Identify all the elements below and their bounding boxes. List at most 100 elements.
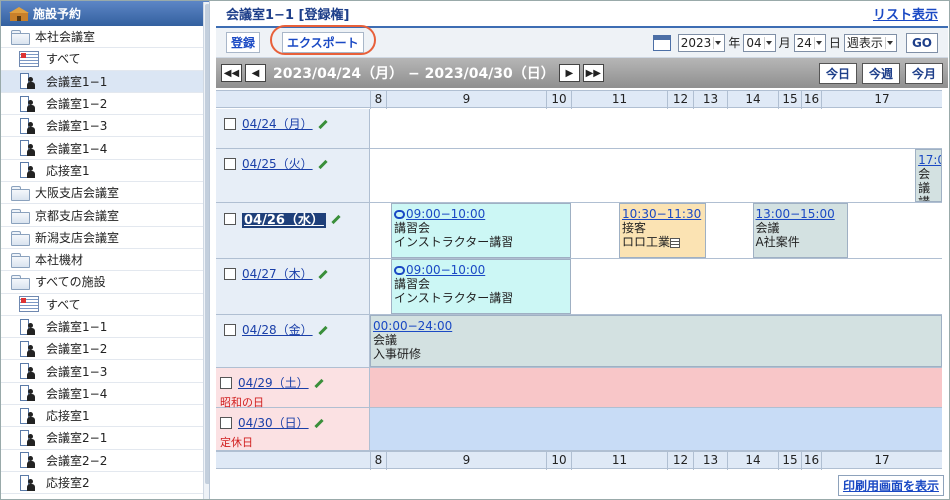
day-timeline[interactable]: 17:00−18:00会議講習会準備 (370, 149, 942, 202)
day-label: 04/27（木） (216, 259, 370, 314)
day-timeline[interactable] (370, 368, 942, 407)
folder-icon (11, 253, 30, 269)
event-time[interactable]: 09:00−10:00 (406, 207, 485, 221)
hour-label: 17 (821, 91, 942, 109)
sidebar-folder[interactable]: 本社会議室 (1, 26, 209, 49)
sidebar-item-label: 大阪支店会議室 (35, 186, 120, 201)
day-checkbox[interactable] (224, 157, 236, 170)
date-range: 2023/04/24（月） − 2023/04/30（日） (273, 66, 555, 82)
sidebar-folder[interactable]: 本社機材 (1, 249, 209, 272)
hour-label: 12 (667, 91, 693, 109)
event-time[interactable]: 00:00−24:00 (373, 319, 452, 333)
sidebar-item[interactable]: 会議室1−2 (1, 93, 209, 116)
day-checkbox[interactable] (224, 267, 236, 280)
sidebar-item[interactable]: 会議室1−1 (1, 70, 209, 93)
this-week-button[interactable]: 今週 (861, 62, 900, 84)
sidebar-item[interactable]: 会議室1−4 (1, 137, 209, 160)
register-button[interactable]: 登録 (226, 32, 261, 53)
sidebar-item[interactable]: 会議室1−3 (1, 360, 209, 383)
day-timeline[interactable]: 00:00−24:00 会議 入事研修 (370, 315, 942, 367)
sidebar-item[interactable]: すべて (1, 294, 209, 316)
schedule-event[interactable]: 10:30−11:30 接客 ロロ工業 (619, 203, 706, 258)
day-date-link[interactable]: 04/25（火） (242, 157, 313, 171)
event-time[interactable]: 10:30−11:30 (622, 207, 701, 221)
sidebar-item[interactable]: 応接室1 (1, 405, 209, 428)
schedule-event[interactable]: 17:00−18:00会議講習会準備 (915, 149, 942, 202)
day-date-link[interactable]: 04/24（月） (242, 117, 313, 131)
sidebar-folder[interactable]: 大阪支店会議室 (1, 182, 209, 205)
day-checkbox[interactable] (224, 323, 236, 336)
today-button[interactable]: 今日 (818, 62, 857, 84)
list-view-link[interactable]: リスト表示 (873, 4, 938, 23)
pencil-icon[interactable] (317, 269, 329, 279)
view-select[interactable]: 週表示 (843, 33, 897, 52)
event-time[interactable]: 17:00−18:00 (918, 153, 941, 167)
day-timeline[interactable]: 09:00−10:00 講習会 インストラクター講習 (370, 259, 942, 314)
day-date-link[interactable]: 04/26（水） (242, 213, 326, 228)
sidebar-item[interactable]: 応接室1 (1, 160, 209, 183)
day-checkbox[interactable] (224, 117, 236, 130)
event-time[interactable]: 09:00−10:00 (406, 263, 485, 277)
sidebar-item[interactable]: 会議室1−3 (1, 115, 209, 138)
pencil-icon[interactable] (317, 159, 329, 169)
prev-month-icon[interactable]: ◀◀ (221, 64, 242, 82)
next-month-icon[interactable]: ▶▶ (582, 64, 604, 82)
calendar-icon[interactable] (652, 34, 671, 51)
sidebar-item-label: 会議室1−4 (46, 386, 108, 401)
day-label: 04/29（土） 昭和の日 (216, 368, 370, 409)
day-date-link[interactable]: 04/30（日） (238, 416, 309, 430)
memo-icon (670, 237, 681, 248)
schedule-event[interactable]: 09:00−10:00 講習会 インストラクター講習 (391, 259, 571, 314)
pencil-icon[interactable] (317, 325, 329, 335)
event-time[interactable]: 13:00−15:00 (756, 207, 835, 221)
schedule-event[interactable]: 09:00−10:00 講習会 インストラクター講習 (391, 203, 571, 258)
sidebar-item[interactable]: 会議室1−4 (1, 383, 209, 406)
day-date-link[interactable]: 04/28（金） (242, 323, 313, 337)
schedule-event[interactable]: 00:00−24:00 会議 入事研修 (370, 315, 942, 367)
sidebar-item[interactable]: 会議室1−1 (1, 316, 209, 339)
pencil-icon[interactable] (313, 378, 325, 388)
pencil-icon[interactable] (317, 119, 329, 129)
print-view-button[interactable]: 印刷用画面を表示 (837, 475, 944, 496)
pencil-icon[interactable] (330, 214, 342, 224)
sidebar-item-label: 本社会議室 (35, 30, 96, 45)
event-title: 会議 (918, 167, 931, 195)
year-select[interactable]: 2023 (677, 33, 726, 52)
event-title: 講習会 (394, 221, 431, 235)
sidebar-item[interactable]: すべて (1, 48, 209, 71)
day-select[interactable]: 24 (793, 33, 826, 52)
sidebar-item[interactable]: 応接室2 (1, 472, 209, 495)
hour-label: 8 (370, 452, 386, 470)
folder-icon (11, 30, 30, 46)
day-checkbox[interactable] (220, 416, 232, 429)
day-row: 04/24（月） (216, 109, 942, 149)
go-button[interactable]: GO (905, 32, 938, 53)
this-month-button[interactable]: 今月 (904, 62, 943, 84)
sidebar-item[interactable]: 会議室2−1 (1, 427, 209, 450)
sidebar-scrollbar[interactable] (203, 2, 209, 499)
sidebar-item-label: すべて (46, 297, 81, 312)
hour-label: 16 (801, 91, 821, 109)
month-select[interactable]: 04 (743, 33, 776, 52)
prev-week-icon[interactable]: ◀ (245, 64, 266, 82)
day-date-link[interactable]: 04/29（土） (238, 376, 309, 390)
day-label: 04/25（火） (216, 149, 370, 202)
day-timeline[interactable]: 09:00−10:00 講習会 インストラクター講習 10:30−11:30 接客 ロロ工… (370, 203, 942, 258)
event-title: 接客 (622, 221, 647, 235)
sidebar-item[interactable]: 会議室2−2 (1, 450, 209, 472)
sidebar-folder[interactable]: すべての施設 (1, 271, 209, 294)
day-checkbox[interactable] (220, 376, 232, 389)
sidebar-folder[interactable]: 新潟支店会議室 (1, 227, 209, 249)
day-timeline[interactable] (370, 408, 942, 450)
next-week-icon[interactable]: ▶ (558, 64, 580, 82)
event-title: 会議 (755, 221, 780, 235)
pencil-icon[interactable] (313, 418, 325, 428)
schedule-event[interactable]: 13:00−15:00 会議 A社案件 (752, 203, 848, 258)
day-unit: 日 (828, 36, 841, 50)
sidebar-folder[interactable]: 京都支店会議室 (1, 204, 209, 227)
day-checkbox[interactable] (224, 212, 236, 225)
hour-label: 10 (546, 452, 571, 470)
sidebar-item[interactable]: 会議室1−2 (1, 338, 209, 361)
day-date-link[interactable]: 04/27（木） (242, 267, 313, 281)
day-timeline[interactable] (370, 109, 942, 148)
